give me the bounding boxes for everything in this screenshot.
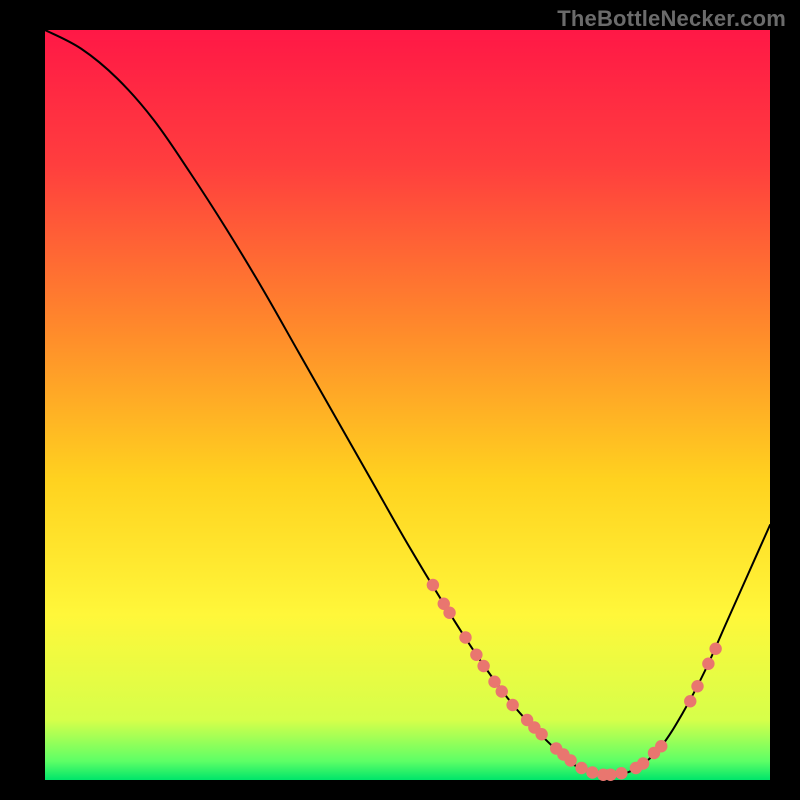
data-point-dot: [709, 643, 721, 655]
data-point-dot: [470, 649, 482, 661]
data-point-dot: [496, 685, 508, 697]
data-point-dot: [586, 766, 598, 778]
data-point-dot: [637, 757, 649, 769]
data-point-dot: [691, 680, 703, 692]
data-point-dot: [702, 658, 714, 670]
heat-gradient-background: [45, 30, 770, 780]
data-point-dot: [477, 660, 489, 672]
data-point-dot: [604, 769, 616, 781]
data-point-dot: [564, 754, 576, 766]
data-point-dot: [427, 579, 439, 591]
data-point-dot: [459, 631, 471, 643]
attribution-label: TheBottleNecker.com: [557, 6, 786, 32]
bottleneck-curve-chart: [0, 0, 800, 800]
data-point-dot: [615, 767, 627, 779]
chart-frame: TheBottleNecker.com: [0, 0, 800, 800]
data-point-dot: [655, 740, 667, 752]
data-point-dot: [535, 728, 547, 740]
data-point-dot: [684, 695, 696, 707]
data-point-dot: [443, 607, 455, 619]
data-point-dot: [506, 699, 518, 711]
data-point-dot: [575, 762, 587, 774]
